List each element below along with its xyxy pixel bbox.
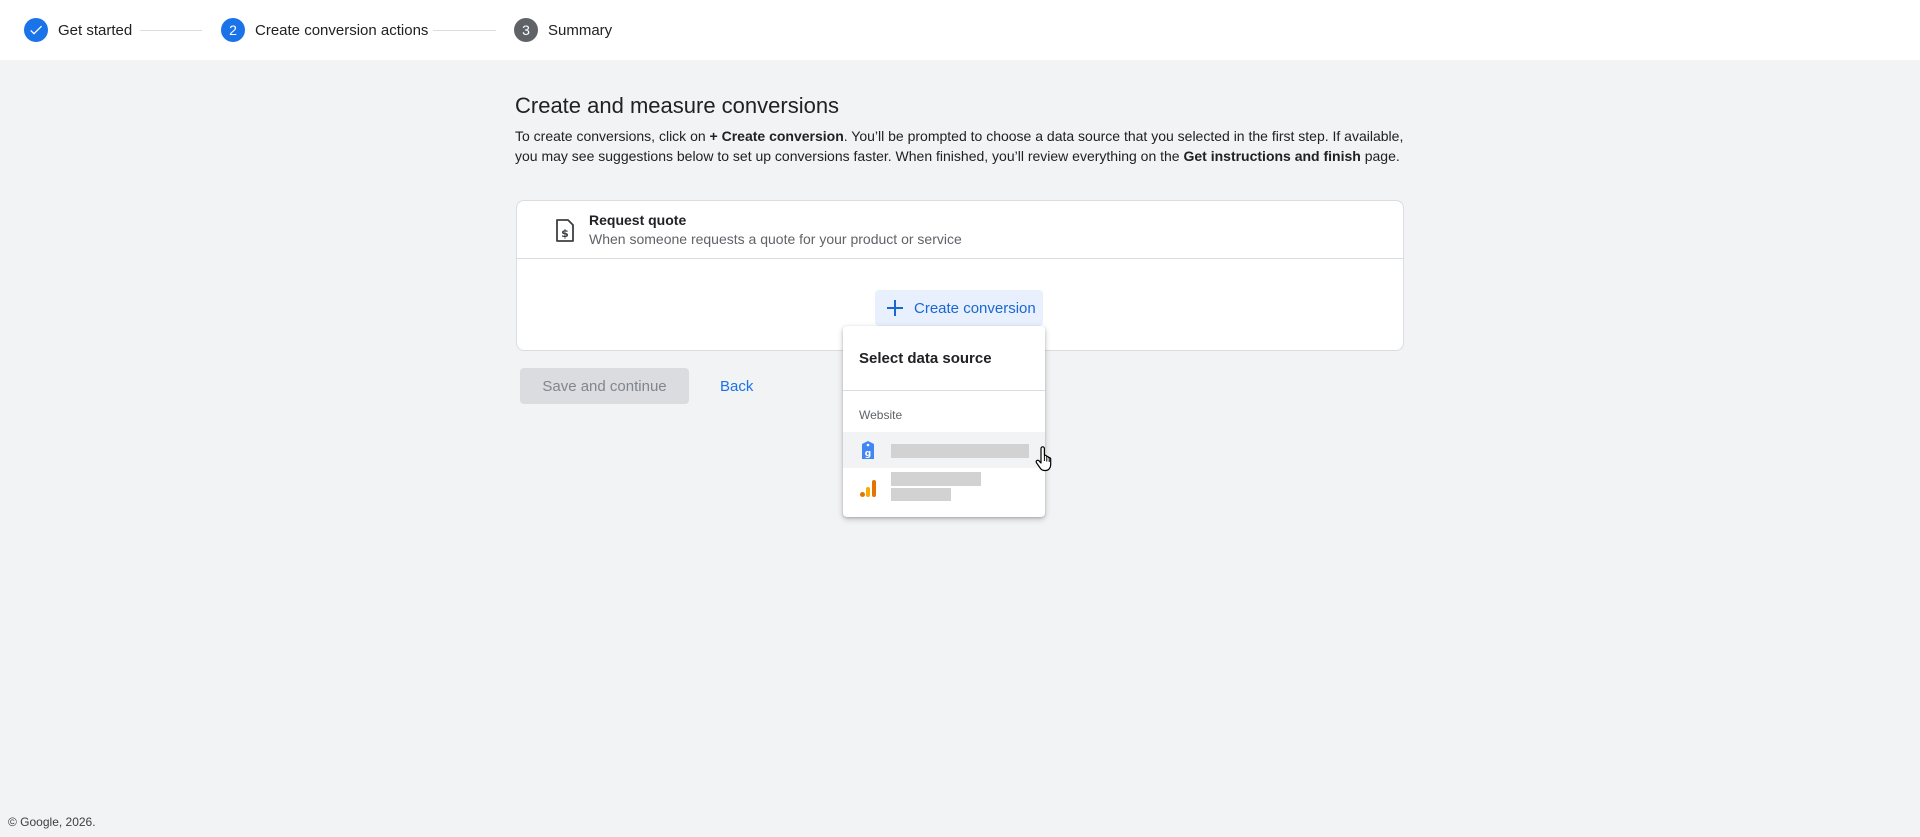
google-tag-icon: g <box>862 441 874 459</box>
step-number: 3 <box>514 18 538 42</box>
redacted-name <box>891 472 981 486</box>
menu-title: Select data source <box>859 350 992 367</box>
redacted-id <box>891 488 951 501</box>
save-and-continue-button[interactable]: Save and continue <box>520 368 689 404</box>
card-subtitle: When someone requests a quote for your p… <box>589 231 962 247</box>
create-conversion-button[interactable]: Create conversion <box>875 290 1043 326</box>
step-number: 2 <box>221 18 245 42</box>
step-label: Get started <box>58 21 133 39</box>
page-title: Create and measure conversions <box>515 93 840 118</box>
step-label: Summary <box>548 21 613 39</box>
footer-copyright: © Google, 2026. <box>8 815 96 829</box>
back-button[interactable]: Back <box>720 368 753 404</box>
step-summary[interactable]: 3 Summary <box>514 17 612 43</box>
create-conversion-label: Create conversion <box>914 299 1036 317</box>
check-icon <box>24 18 48 42</box>
section-label-website: Website <box>859 408 903 422</box>
step-connector <box>140 30 202 31</box>
select-data-source-menu: Select data source Website g <box>843 326 1045 517</box>
google-analytics-icon <box>860 480 876 497</box>
divider <box>843 390 1045 391</box>
card-header: $ Request quote When someone requests a … <box>517 201 1403 259</box>
step-get-started[interactable]: Get started <box>24 17 132 43</box>
redacted-name <box>891 444 1029 458</box>
main-content: Create and measure conversions To create… <box>515 92 1405 166</box>
hand-cursor-icon <box>1035 446 1052 472</box>
plus-icon <box>887 300 903 316</box>
step-label: Create conversion actions <box>255 21 429 39</box>
quote-document-icon: $ <box>556 219 574 242</box>
page-description: To create conversions, click on + Create… <box>515 128 1404 164</box>
svg-text:g: g <box>865 449 871 459</box>
card-title: Request quote <box>589 212 687 228</box>
data-source-item[interactable] <box>843 470 1045 506</box>
svg-text:$: $ <box>561 227 569 240</box>
step-create-conversion-actions[interactable]: 2 Create conversion actions <box>221 17 428 43</box>
data-source-item[interactable]: g <box>843 432 1045 468</box>
stepper: Get started 2 Create conversion actions … <box>0 0 1920 60</box>
step-connector <box>433 30 496 31</box>
